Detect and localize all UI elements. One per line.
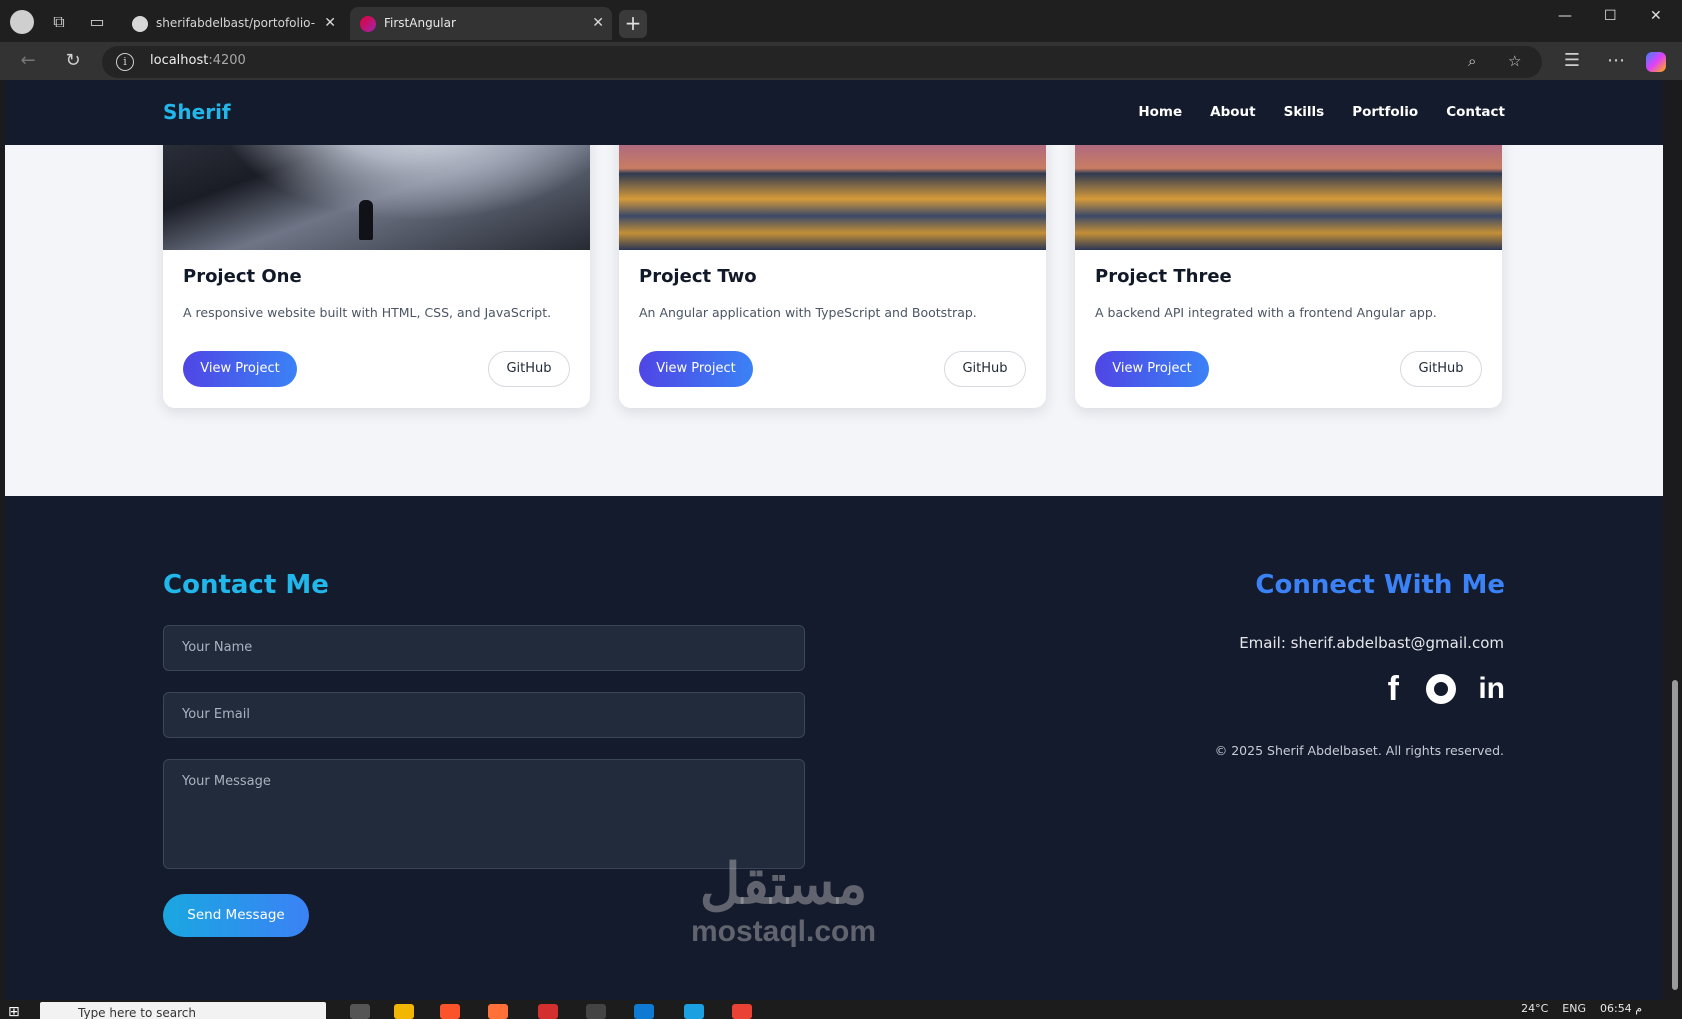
page-scrollbar[interactable] — [1668, 80, 1682, 1000]
vscode-icon[interactable] — [634, 1004, 654, 1019]
taskbar-search-input[interactable]: Type here to search — [40, 1002, 326, 1019]
task-view-icon[interactable] — [350, 1004, 370, 1019]
minimize-icon[interactable]: — — [1558, 8, 1572, 24]
favorites-icon[interactable]: ☰ — [1560, 50, 1584, 74]
site-brand[interactable]: Sherif — [163, 100, 231, 124]
project-title: Project One — [183, 266, 302, 287]
nav-links: Home About Skills Portfolio Contact — [1138, 104, 1505, 120]
address-bar-row: ← ↻ i localhost:4200 ⌕ ☆ ☰ ⋯ — [0, 42, 1682, 80]
new-tab-button[interactable]: + — [619, 10, 647, 38]
nav-about[interactable]: About — [1210, 104, 1255, 120]
url-field[interactable]: i localhost:4200 ⌕ ☆ — [102, 46, 1542, 78]
site-navbar: Sherif Home About Skills Portfolio Conta… — [5, 80, 1663, 145]
contact-footer: Contact Me Your Name Your Email Your Mes… — [5, 496, 1663, 1000]
back-icon[interactable]: ← — [16, 50, 40, 74]
view-project-button[interactable]: View Project — [1095, 351, 1209, 387]
terminal-icon[interactable] — [586, 1004, 606, 1019]
github-button[interactable]: GitHub — [488, 351, 570, 387]
workspaces-icon[interactable]: ⧉ — [47, 10, 71, 34]
close-tab-icon[interactable]: ✕ — [324, 7, 336, 40]
project-image-figure — [359, 200, 373, 240]
more-menu-icon[interactable]: ⋯ — [1604, 50, 1628, 74]
contact-email: Email: sherif.abdelbast@gmail.com — [1239, 634, 1504, 652]
email-input[interactable]: Your Email — [163, 692, 805, 738]
weather-temp[interactable]: 24°C — [1521, 1002, 1548, 1015]
file-explorer-icon[interactable] — [394, 1004, 414, 1019]
project-description: A responsive website built with HTML, CS… — [183, 305, 552, 320]
page-viewport: Project One A responsive website built w… — [5, 80, 1663, 1000]
tab-github[interactable]: sherifabdelbast/portofolio- ✕ — [122, 7, 344, 40]
system-tray: 24°C ENG 06:54 م — [1521, 1002, 1642, 1015]
social-links: f in — [1382, 672, 1505, 706]
nav-home[interactable]: Home — [1138, 104, 1182, 120]
tab-actions-icon[interactable]: ▭ — [85, 10, 109, 34]
view-project-button[interactable]: View Project — [183, 351, 297, 387]
github-button[interactable]: GitHub — [1400, 351, 1482, 387]
clock[interactable]: 06:54 م — [1600, 1002, 1642, 1015]
project-title: Project Three — [1095, 266, 1232, 287]
project-description: An Angular application with TypeScript a… — [639, 305, 977, 320]
mostaql-watermark: مستقل mostaql.com — [691, 852, 877, 948]
profile-icon[interactable] — [10, 10, 34, 34]
connect-title: Connect With Me — [1255, 570, 1505, 600]
github-icon[interactable] — [1426, 674, 1457, 704]
maximize-icon[interactable]: ☐ — [1604, 8, 1617, 24]
facebook-icon[interactable]: f — [1382, 672, 1404, 706]
close-tab-icon[interactable]: ✕ — [592, 7, 604, 40]
edge-icon[interactable] — [684, 1004, 704, 1019]
windows-taskbar: ⊞ Type here to search 24°C ENG 06:54 م — [0, 1000, 1682, 1019]
url-text: localhost:4200 — [150, 53, 246, 68]
windows-start-icon[interactable]: ⊞ — [8, 1004, 24, 1019]
scrollbar-thumb[interactable] — [1672, 680, 1678, 990]
project-title: Project Two — [639, 266, 757, 287]
tab-title: FirstAngular — [384, 16, 456, 30]
nav-portfolio[interactable]: Portfolio — [1352, 104, 1418, 120]
brave-icon[interactable] — [440, 1004, 460, 1019]
nav-contact[interactable]: Contact — [1446, 104, 1505, 120]
github-button[interactable]: GitHub — [944, 351, 1026, 387]
zoom-icon[interactable]: ⌕ — [1468, 52, 1476, 70]
app-badge-icon[interactable] — [538, 1004, 558, 1019]
contact-title: Contact Me — [163, 570, 329, 600]
view-project-button[interactable]: View Project — [639, 351, 753, 387]
language-indicator[interactable]: ENG — [1562, 1002, 1586, 1015]
firefox-icon[interactable] — [488, 1004, 508, 1019]
tab-firstangular[interactable]: FirstAngular ✕ — [350, 7, 612, 40]
favorite-star-icon[interactable]: ☆ — [1508, 52, 1521, 70]
refresh-icon[interactable]: ↻ — [61, 50, 85, 74]
send-message-button[interactable]: Send Message — [163, 894, 309, 937]
nav-skills[interactable]: Skills — [1284, 104, 1325, 120]
copilot-icon[interactable] — [1646, 52, 1666, 72]
name-input[interactable]: Your Name — [163, 625, 805, 671]
tab-title: sherifabdelbast/portofolio- — [156, 16, 316, 30]
browser-tab-bar: ⧉ ▭ sherifabdelbast/portofolio- ✕ FirstA… — [0, 0, 1682, 42]
close-window-icon[interactable]: ✕ — [1650, 8, 1662, 24]
angular-favicon-icon — [360, 16, 376, 32]
site-info-icon[interactable]: i — [116, 53, 134, 71]
chrome-icon[interactable] — [732, 1004, 752, 1019]
project-description: A backend API integrated with a frontend… — [1095, 305, 1437, 320]
github-favicon-icon — [132, 16, 148, 32]
linkedin-icon[interactable]: in — [1478, 672, 1505, 706]
copyright-text: © 2025 Sherif Abdelbaset. All rights res… — [1214, 743, 1504, 758]
